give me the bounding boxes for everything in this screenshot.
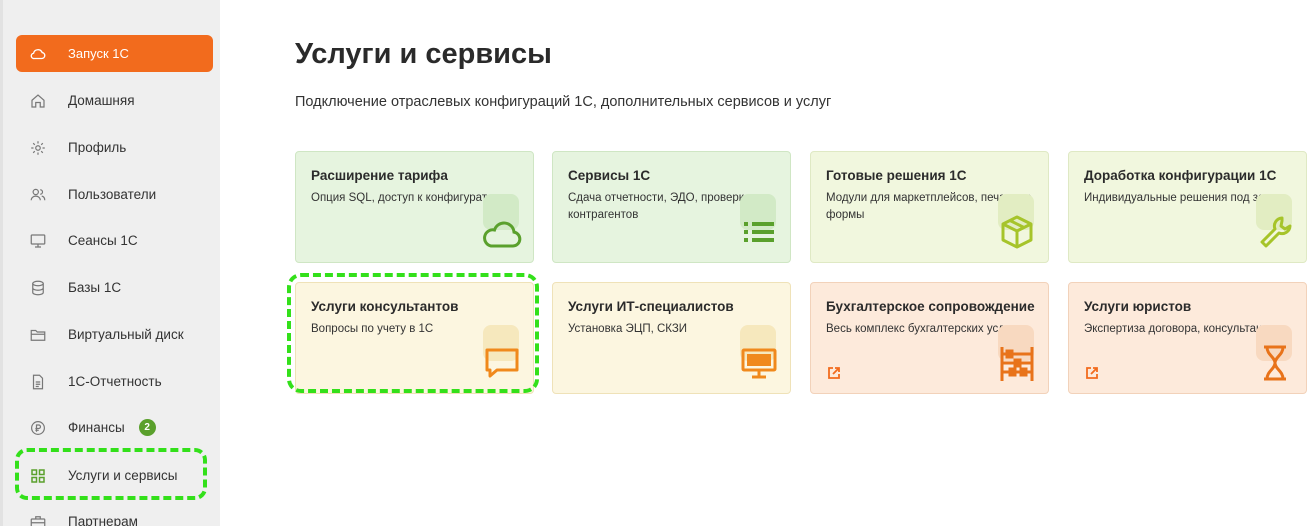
- page-subtitle: Подключение отраслевых конфигураций 1С, …: [295, 94, 832, 110]
- card-accounting-support[interactable]: Бухгалтерское сопровождение Весь комплек…: [810, 282, 1049, 394]
- card-1c-services[interactable]: Сервисы 1С Сдача отчетности, ЭДО, провер…: [552, 151, 791, 263]
- highlight-outline: [287, 273, 539, 393]
- card-ready-solutions[interactable]: Готовые решения 1С Модули для маркетплей…: [810, 151, 1049, 263]
- card-title: Расширение тарифа: [311, 168, 448, 183]
- sidebar-item-label: Пользователи: [68, 187, 157, 202]
- notification-badge: 2: [138, 419, 156, 436]
- sidebar-item-sessions[interactable]: Сеансы 1С: [16, 222, 213, 259]
- abacus-icon: [1000, 347, 1034, 381]
- sidebar-item-profile[interactable]: Профиль: [16, 129, 213, 166]
- external-link-icon: [828, 367, 840, 379]
- sidebar-item-label: Партнерам: [68, 514, 138, 526]
- card-title: Услуги юристов: [1084, 299, 1192, 314]
- monitor-icon: [28, 231, 48, 251]
- sidebar-item-label: Виртуальный диск: [68, 327, 184, 342]
- briefcase-icon: [28, 512, 48, 526]
- sidebar-item-databases[interactable]: Базы 1С: [16, 269, 213, 306]
- sidebar-item-reporting[interactable]: 1С-Отчетность: [16, 363, 213, 400]
- sidebar-item-launch-1c[interactable]: Запуск 1С: [16, 35, 213, 72]
- monitor-icon: [741, 348, 777, 379]
- card-it-specialists[interactable]: Услуги ИТ-специалистов Установка ЭЦП, СК…: [552, 282, 791, 394]
- card-title: Бухгалтерское сопровождение: [826, 299, 1035, 314]
- sidebar-item-label: Базы 1С: [68, 280, 122, 295]
- highlight-outline: [15, 448, 207, 500]
- sidebar-item-home[interactable]: Домашняя: [16, 82, 213, 119]
- box-icon: [1001, 215, 1033, 249]
- sidebar-item-label: Финансы: [68, 420, 125, 435]
- home-icon: [28, 91, 48, 111]
- sidebar-item-label: 1С-Отчетность: [68, 374, 162, 389]
- folder-icon: [28, 325, 48, 345]
- sidebar-item-label: Запуск 1С: [68, 46, 129, 61]
- gear-icon: [28, 138, 48, 158]
- card-lawyers[interactable]: Услуги юристов Экспертиза договора, конс…: [1068, 282, 1307, 394]
- cloud-icon: [483, 221, 522, 248]
- sidebar: Запуск 1С Домашняя Профиль Пользователи …: [0, 0, 220, 526]
- card-title: Готовые решения 1С: [826, 168, 967, 183]
- sidebar-item-users[interactable]: Пользователи: [16, 176, 213, 213]
- card-config-development[interactable]: Доработка конфигурации 1С Индивидуальные…: [1068, 151, 1307, 263]
- card-title: Услуги ИТ-специалистов: [568, 299, 734, 314]
- sidebar-item-virtual-disk[interactable]: Виртуальный диск: [16, 316, 213, 353]
- ruble-coin-icon: [28, 418, 48, 438]
- sidebar-item-label: Домашняя: [68, 93, 135, 108]
- document-icon: [28, 372, 48, 392]
- users-icon: [28, 185, 48, 205]
- list-icon: [744, 222, 774, 242]
- database-icon: [28, 278, 48, 298]
- sidebar-item-label: Сеансы 1С: [68, 233, 138, 248]
- card-title: Сервисы 1С: [568, 168, 651, 183]
- sidebar-item-finance[interactable]: Финансы 2: [16, 409, 213, 446]
- wrench-icon: [1260, 216, 1292, 248]
- card-tariff-extension[interactable]: Расширение тарифа Опция SQL, доступ к ко…: [295, 151, 534, 263]
- card-title: Доработка конфигурации 1С: [1084, 168, 1277, 183]
- cloud-icon: [28, 44, 48, 64]
- sidebar-item-partners[interactable]: Партнерам: [16, 503, 213, 526]
- external-link-icon: [1086, 367, 1098, 379]
- hourglass-icon: [1264, 345, 1286, 381]
- sidebar-item-label: Профиль: [68, 140, 127, 155]
- page-title: Услуги и сервисы: [295, 38, 552, 70]
